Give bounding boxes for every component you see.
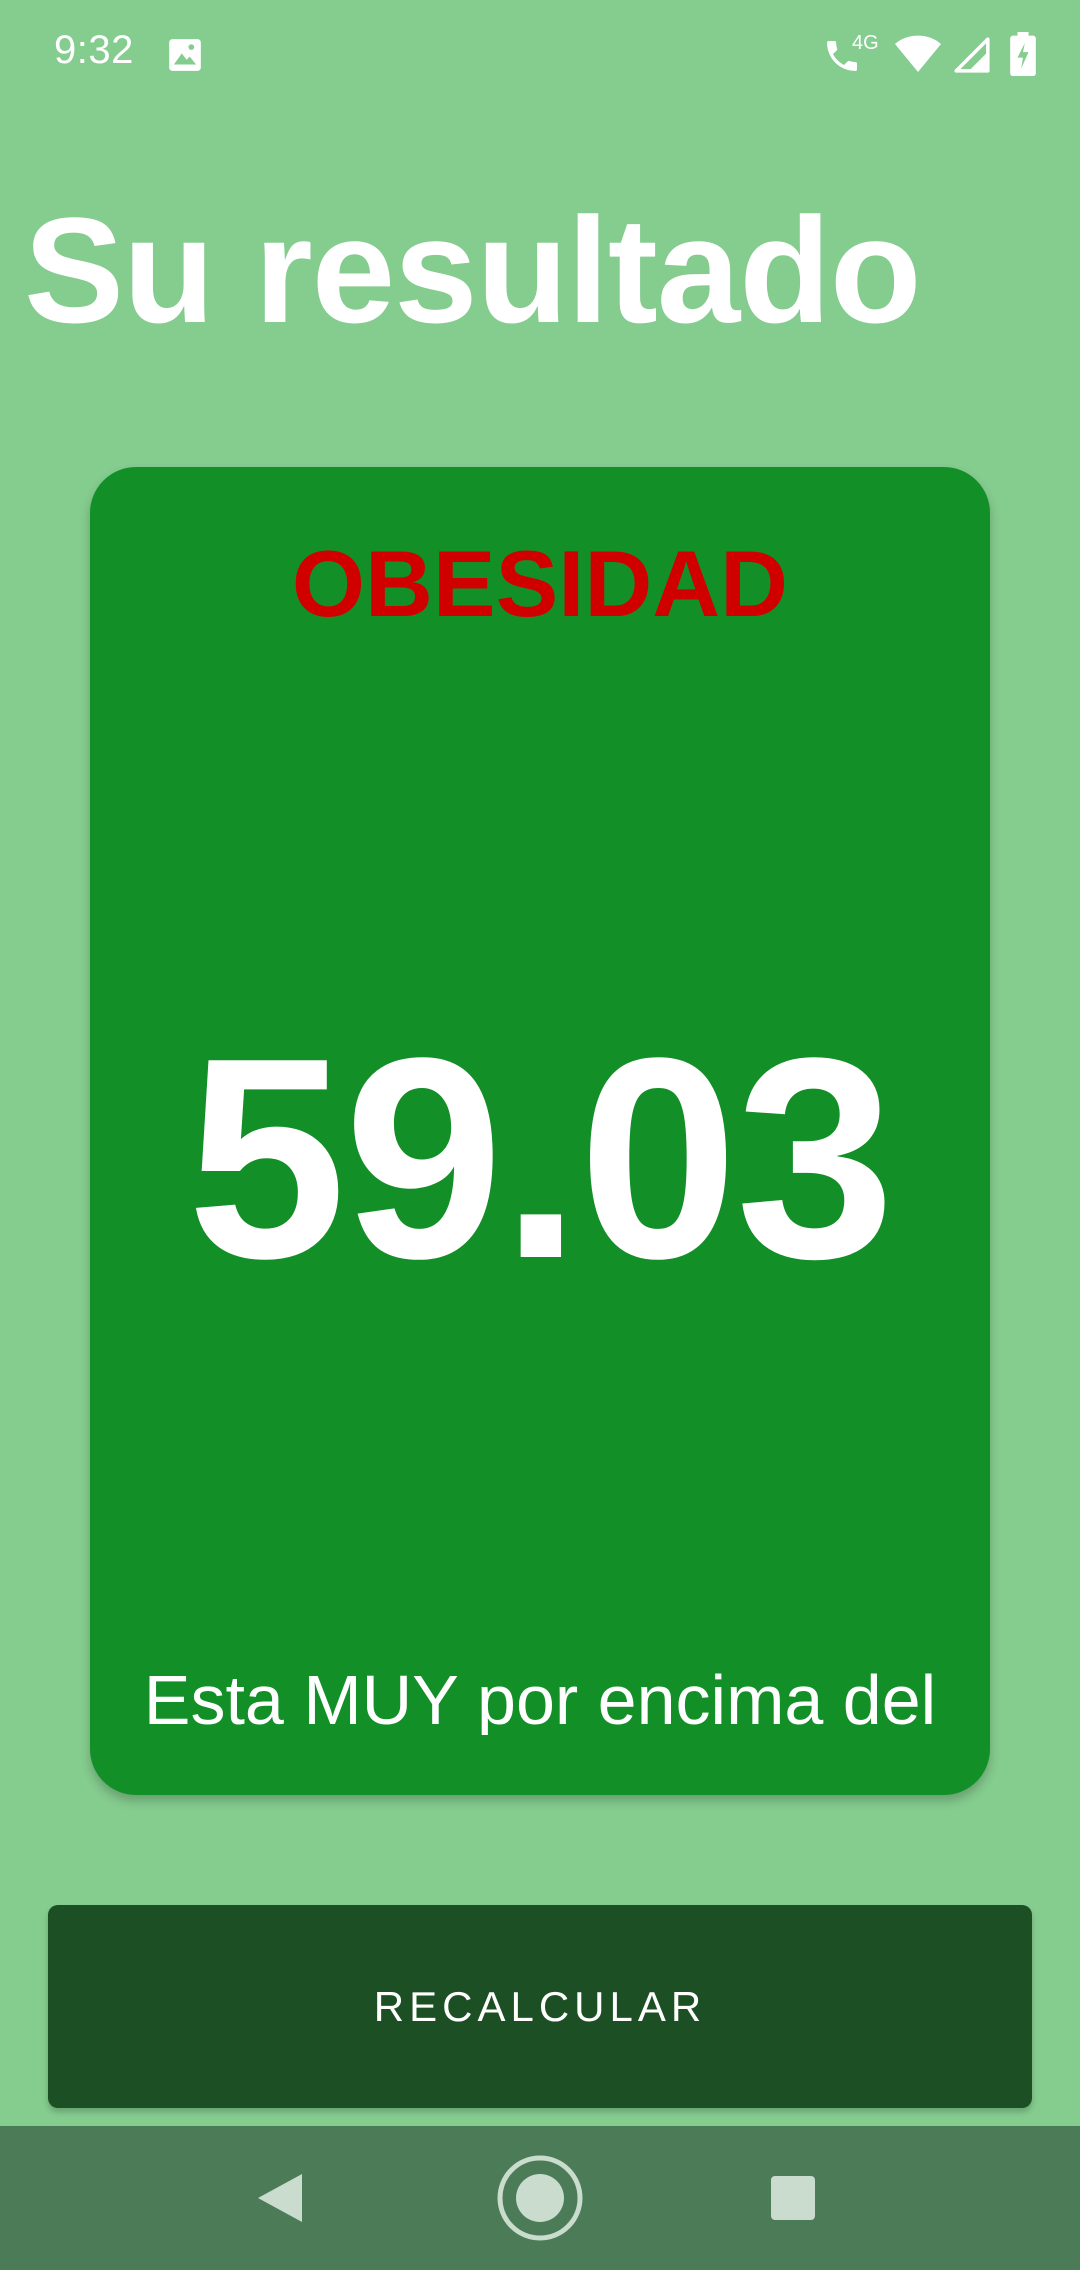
bmi-value: 59.03: [187, 998, 895, 1318]
back-icon: [258, 2174, 302, 2222]
recents-icon: [771, 2176, 815, 2220]
battery-charging-icon: [1010, 32, 1036, 76]
result-category: OBESIDAD: [291, 531, 789, 636]
home-icon: [497, 2155, 583, 2241]
status-time: 9:32: [54, 28, 134, 72]
page-title: Su resultado: [24, 186, 921, 354]
wifi-icon: [895, 35, 941, 72]
result-message: Esta MUY por encima del: [143, 1665, 937, 1735]
recalculate-button[interactable]: RECALCULAR: [48, 1905, 1032, 2108]
recents-button[interactable]: [713, 2126, 873, 2270]
network-type-label: 4G: [852, 32, 879, 54]
navigation-bar: [0, 2126, 1080, 2270]
back-button[interactable]: [200, 2126, 360, 2270]
home-button[interactable]: [460, 2126, 620, 2270]
image-icon: [169, 39, 201, 71]
result-card: OBESIDAD 59.03 Esta MUY por encima del: [90, 467, 990, 1795]
status-bar: 9:32 4G: [0, 0, 1080, 112]
cell-signal-icon: [954, 37, 990, 73]
